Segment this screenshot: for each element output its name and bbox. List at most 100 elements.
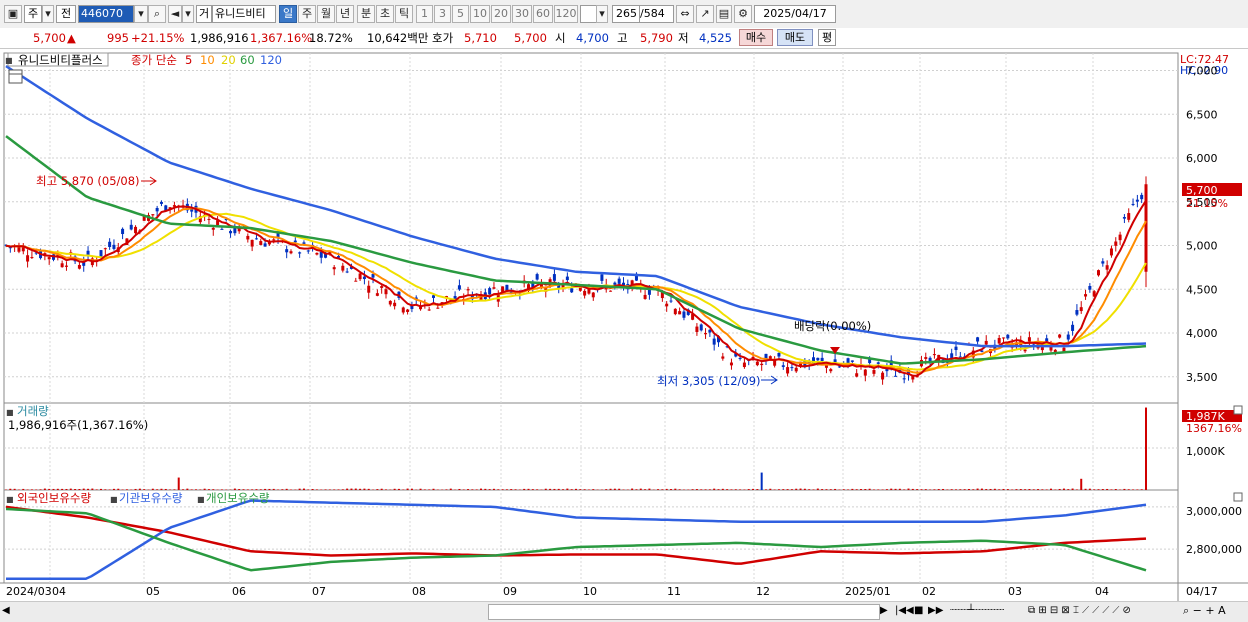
period-day[interactable]: 일 bbox=[279, 5, 297, 23]
interval-3[interactable]: 3 bbox=[434, 5, 451, 23]
interval-30[interactable]: 30 bbox=[512, 5, 532, 23]
speaker-icon[interactable]: ◄ bbox=[168, 5, 182, 23]
nav-first-icon[interactable]: |◀◀ bbox=[895, 605, 914, 616]
code-input[interactable]: 446070 bbox=[78, 5, 134, 23]
scroll-left-icon[interactable]: ◀ bbox=[2, 605, 10, 616]
candle-body bbox=[670, 301, 673, 302]
price-y-tick: 4,000 bbox=[1186, 327, 1218, 340]
window-icon[interactable]: ▣ bbox=[4, 5, 22, 23]
scroll-bar[interactable]: ◀ ▶ |◀◀ ■ ▶▶ ┈┈┈┴┈┈┈┈┈ ⧉ ⊞ ⊟ ⊠ ⌶ ⟋ ⟋ ⟋ ⟋… bbox=[0, 601, 1248, 622]
count-input[interactable]: 265 bbox=[612, 5, 640, 23]
interval-120[interactable]: 120 bbox=[554, 5, 578, 23]
period-second[interactable]: 초 bbox=[376, 5, 394, 23]
chart-area[interactable]: 유니드비티플러스 ■ 종가 단순 5 10 20 60 120 LC:72.47… bbox=[0, 49, 1248, 604]
candle-body bbox=[1024, 350, 1027, 352]
interval-dropdown-icon[interactable]: ▾ bbox=[596, 5, 608, 23]
volume-bar bbox=[113, 489, 115, 490]
speaker-dropdown-icon[interactable]: ▾ bbox=[182, 5, 194, 23]
save-icon[interactable]: ▤ bbox=[716, 5, 732, 23]
interval-60[interactable]: 60 bbox=[533, 5, 553, 23]
calendar-icon[interactable] bbox=[9, 70, 22, 83]
legend-dot-icon: ■ bbox=[5, 56, 13, 65]
volume-bar bbox=[968, 489, 970, 490]
volume-bar bbox=[178, 478, 180, 490]
annotation-high: 최고 5,870 (05/08) bbox=[36, 174, 140, 188]
candle-body bbox=[579, 287, 582, 290]
candle-body bbox=[821, 358, 824, 361]
volume-bar bbox=[895, 489, 897, 490]
toolbar: ▣ 주 ▾ 전 446070 ▾ ⌕ ◄ ▾ 거 유니드비티 일 주 월 년 분… bbox=[0, 0, 1248, 29]
scroll-thumb[interactable] bbox=[488, 604, 880, 620]
x-axis-label: 03 bbox=[1008, 585, 1022, 598]
market-dropdown-icon[interactable]: ▾ bbox=[42, 5, 54, 23]
volume-bar bbox=[942, 489, 944, 490]
buy-button[interactable]: 매수 bbox=[739, 29, 773, 46]
open-label: 시 bbox=[555, 31, 566, 45]
volume-bar bbox=[152, 489, 154, 490]
volume-bar bbox=[458, 489, 460, 490]
gear-icon[interactable]: ⚙ bbox=[734, 5, 752, 23]
avg-button[interactable]: 평 bbox=[818, 29, 836, 46]
volume-bar bbox=[1089, 489, 1091, 490]
volume-bar bbox=[882, 489, 884, 490]
volume-bar bbox=[350, 489, 352, 490]
candle-body bbox=[592, 293, 595, 298]
candle-body bbox=[389, 301, 392, 305]
nav-next-icon[interactable]: ▶▶ bbox=[928, 605, 943, 616]
interval-5[interactable]: 5 bbox=[452, 5, 469, 23]
volume-bar bbox=[886, 489, 888, 490]
volume-bar bbox=[169, 489, 171, 490]
holdings-collapse-icon[interactable] bbox=[1234, 493, 1242, 501]
legend-ma60: 60 bbox=[240, 53, 255, 67]
candle-body bbox=[130, 225, 133, 230]
interval-1[interactable]: 1 bbox=[416, 5, 433, 23]
zoom-tool-icons[interactable]: ⌕ − + A bbox=[1183, 604, 1226, 618]
sell-button[interactable]: 매도 bbox=[777, 29, 813, 46]
interval-10[interactable]: 10 bbox=[470, 5, 490, 23]
chart-svg[interactable]: 유니드비티플러스 ■ 종가 단순 5 10 20 60 120 LC:72.47… bbox=[0, 49, 1248, 601]
low-price: 4,525 bbox=[699, 31, 732, 45]
price-y-tick: 6,000 bbox=[1186, 152, 1218, 165]
volume-bar bbox=[856, 489, 858, 490]
volume-bar bbox=[912, 489, 914, 490]
nav-stop-icon[interactable]: ■ bbox=[914, 605, 923, 616]
volume-bar bbox=[1063, 489, 1065, 490]
candle-body bbox=[665, 304, 668, 307]
candle-body bbox=[1136, 200, 1139, 202]
candle-body bbox=[1058, 335, 1061, 338]
search-icon[interactable]: ⌕ bbox=[148, 5, 166, 23]
volume-bar bbox=[890, 489, 892, 490]
period-tick[interactable]: 틱 bbox=[395, 5, 413, 23]
volume-bar bbox=[640, 489, 642, 490]
x-axis-label: 08 bbox=[412, 585, 426, 598]
interval-20[interactable]: 20 bbox=[491, 5, 511, 23]
candle-body bbox=[298, 252, 301, 253]
prev-button[interactable]: 전 bbox=[56, 5, 76, 23]
draw-icon[interactable]: ↗ bbox=[696, 5, 714, 23]
current-price-tag-text: 5,700 bbox=[1186, 184, 1218, 197]
period-minute[interactable]: 분 bbox=[357, 5, 375, 23]
candle-body bbox=[428, 309, 431, 310]
candle-body bbox=[613, 283, 616, 285]
scroll-right-icon[interactable]: ▶ bbox=[880, 605, 888, 616]
volume-collapse-icon[interactable] bbox=[1234, 406, 1242, 414]
volume-bar bbox=[860, 489, 862, 490]
volume-bar bbox=[670, 489, 672, 490]
period-month[interactable]: 월 bbox=[317, 5, 335, 23]
volume-bar bbox=[502, 489, 504, 490]
date-input[interactable]: 2025/04/17 bbox=[754, 5, 836, 23]
candle-body bbox=[1002, 337, 1005, 338]
volume-bar bbox=[579, 489, 581, 490]
candle-body bbox=[618, 279, 621, 284]
tool-icons[interactable]: ⧉ ⊞ ⊟ ⊠ ⌶ ⟋ ⟋ ⟋ ⟋ ⊘ bbox=[1028, 605, 1131, 616]
candle-body bbox=[678, 311, 681, 314]
bid-label: 호가 bbox=[432, 31, 453, 45]
period-week[interactable]: 주 bbox=[298, 5, 316, 23]
code-dropdown-icon[interactable]: ▾ bbox=[134, 5, 148, 23]
market-select[interactable]: 주 bbox=[24, 5, 42, 23]
volume-bar bbox=[14, 489, 16, 490]
period-year[interactable]: 년 bbox=[336, 5, 354, 23]
zoom-icon[interactable]: ⇔ bbox=[676, 5, 694, 23]
volume-bar bbox=[787, 489, 789, 490]
zoom-slider[interactable]: ┈┈┈┴┈┈┈┈┈ bbox=[950, 605, 1004, 616]
